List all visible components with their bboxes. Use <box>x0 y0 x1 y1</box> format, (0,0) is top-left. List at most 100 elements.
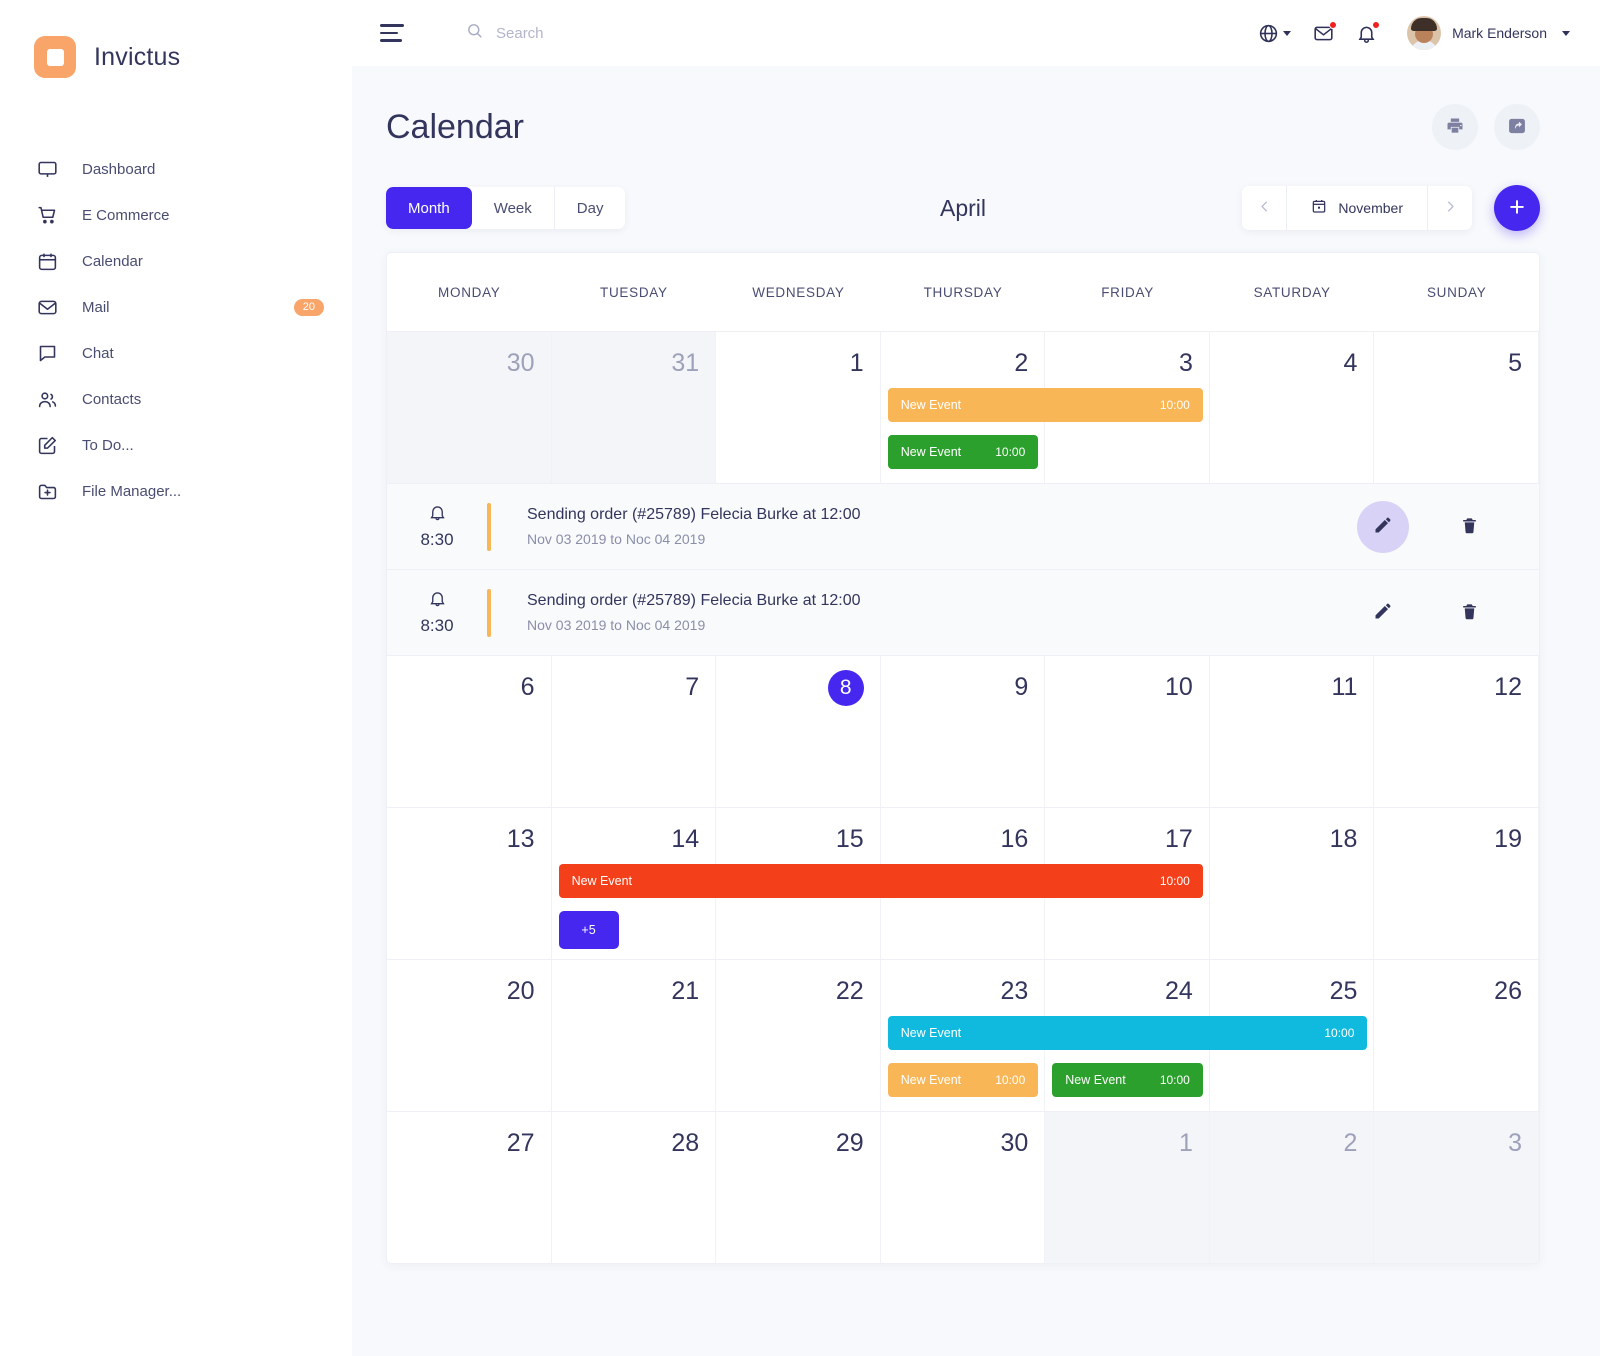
bell-icon[interactable] <box>1356 20 1381 44</box>
search-box[interactable] <box>466 22 756 44</box>
add-event-button[interactable]: + <box>1494 185 1540 231</box>
calendar-day-cell[interactable]: 1 <box>716 332 881 483</box>
calendar-week-row: 27 28 29 30 1 2 3 <box>387 1111 1539 1263</box>
sidebar-item-contacts[interactable]: Contacts <box>0 376 352 422</box>
cart-icon <box>34 202 60 228</box>
next-month-button[interactable] <box>1428 186 1472 230</box>
reminder-delete-button[interactable] <box>1443 501 1495 553</box>
reminder-title: Sending order (#25789) Felecia Burke at … <box>527 592 861 609</box>
calendar-day-number: 16 <box>1000 825 1029 853</box>
calendar-day-cell[interactable]: 9 <box>881 656 1046 807</box>
sidebar-item-file-manager[interactable]: File Manager... <box>0 468 352 514</box>
reminder-row[interactable]: 8:30 Sending order (#25789) Felecia Burke… <box>387 569 1539 655</box>
calendar-event-title: New Event <box>900 398 962 412</box>
hamburger-icon[interactable] <box>380 24 406 42</box>
calendar-day-number: 14 <box>671 825 700 853</box>
calendar-event-time: 10:00 <box>995 445 1026 459</box>
calendar-event[interactable]: New Event 10:00 <box>887 435 1039 469</box>
calendar-event[interactable]: New Event 10:00 <box>887 388 1203 422</box>
calendar-day-number: 23 <box>1000 977 1029 1005</box>
calendar-day-number: 9 <box>1014 673 1029 701</box>
sidebar-item-dashboard[interactable]: Dashboard <box>0 146 352 192</box>
share-button[interactable] <box>1494 104 1540 150</box>
view-btn-day[interactable]: Day <box>555 187 626 229</box>
print-button[interactable] <box>1432 104 1478 150</box>
sidebar-item-calendar[interactable]: Calendar <box>0 238 352 284</box>
envelope-icon[interactable] <box>1313 20 1338 44</box>
calendar-day-cell[interactable]: 26 <box>1374 960 1539 1111</box>
reminder-actions <box>1357 587 1495 639</box>
calendar-week-row: 30 31 1 2 3 4 5 New Event 10:00 New Event 10:00 <box>387 331 1539 483</box>
calendar-more-events-pill[interactable]: +5 <box>558 911 619 949</box>
calendar-day-number: 3 <box>1508 1129 1522 1157</box>
calendar-day-cell[interactable]: 30 <box>387 332 552 483</box>
calendar-day-cell[interactable]: 7 <box>552 656 717 807</box>
sidebar-item-chat[interactable]: Chat <box>0 330 352 376</box>
calendar-day-cell[interactable]: 30 <box>881 1112 1046 1263</box>
reminder-time-block: 8:30 <box>387 589 487 636</box>
calendar-event[interactable]: New Event 10:00 <box>1052 1063 1203 1097</box>
calendar-day-number: 18 <box>1329 825 1358 853</box>
calendar-event[interactable]: New Event 10:00 <box>887 1063 1039 1097</box>
view-btn-month[interactable]: Month <box>386 187 472 229</box>
sidebar-item-mail[interactable]: Mail 20 <box>0 284 352 330</box>
reminder-time: 8:30 <box>420 616 454 635</box>
calendar-day-cell[interactable]: 19 <box>1374 808 1539 959</box>
bell-icon <box>428 589 447 613</box>
reminder-delete-button[interactable] <box>1443 587 1495 639</box>
calendar-day-cell[interactable]: 5 <box>1374 332 1539 483</box>
calendar-day-cell[interactable]: 2 <box>1209 1112 1375 1263</box>
sidebar-item-to-do[interactable]: To Do... <box>0 422 352 468</box>
calendar-day-cell[interactable]: 31 <box>551 332 717 483</box>
calendar-day-number: 5 <box>1508 349 1522 377</box>
calendar-day-cell[interactable]: 13 <box>387 808 552 959</box>
calendar-day-cell[interactable]: 11 <box>1210 656 1375 807</box>
page-title: Calendar <box>386 107 524 146</box>
calendar-day-cell[interactable]: 1 <box>1045 1112 1210 1263</box>
globe-icon[interactable] <box>1258 23 1292 44</box>
calendar-event-time: 10:00 <box>1159 398 1190 412</box>
calendar-day-number: 1 <box>1178 1129 1193 1157</box>
calendar-day-cell[interactable]: 28 <box>552 1112 717 1263</box>
reminder-row[interactable]: 8:30 Sending order (#25789) Felecia Burke… <box>387 483 1539 569</box>
calendar-day-cell[interactable]: 27 <box>387 1112 552 1263</box>
calendar-day-number: 30 <box>506 349 535 377</box>
share-icon <box>1507 116 1527 139</box>
brand[interactable]: Invictus <box>0 26 352 88</box>
reminder-time-block: 8:30 <box>387 503 487 550</box>
calendar-day-cell[interactable]: 8 <box>716 656 881 807</box>
calendar-day-cell[interactable]: 29 <box>716 1112 881 1263</box>
reminder-body: Sending order (#25789) Felecia Burke at … <box>527 592 861 633</box>
search-icon <box>466 22 483 44</box>
calendar-day-number: 11 <box>1331 673 1358 701</box>
calendar-day-cell[interactable]: 20 <box>387 960 552 1111</box>
reminder-edit-button[interactable] <box>1357 500 1409 553</box>
calendar-day-cell[interactable]: 18 <box>1210 808 1375 959</box>
view-btn-week[interactable]: Week <box>472 187 555 229</box>
calendar-day-cell[interactable]: 22 <box>716 960 881 1111</box>
calendar-day-number: 6 <box>520 673 535 701</box>
chevron-left-icon <box>1257 199 1272 217</box>
reminder-daterange: Nov 03 2019 to Noc 04 2019 <box>527 531 706 547</box>
calendar-day-cell[interactable]: 10 <box>1045 656 1210 807</box>
calendar-day-cell[interactable]: 12 <box>1374 656 1539 807</box>
user-menu[interactable]: Mark Enderson <box>1407 16 1570 50</box>
sidebar-item-e-commerce[interactable]: E Commerce <box>0 192 352 238</box>
month-picker[interactable]: November <box>1286 186 1428 230</box>
reminder-time: 8:30 <box>420 530 454 549</box>
search-input[interactable] <box>496 24 756 42</box>
calendar-event-time: 10:00 <box>995 1073 1026 1087</box>
calendar-event[interactable]: New Event 10:00 <box>558 864 1203 898</box>
reminder-accent-bar <box>487 502 491 551</box>
prev-month-button[interactable] <box>1242 186 1286 230</box>
calendar-day-number: 2 <box>1014 349 1029 377</box>
calendar-day-cell[interactable]: 4 <box>1210 332 1375 483</box>
calendar-body: 30 31 1 2 3 4 5 New Event 10:00 New Event 10:00 8:3… <box>387 331 1539 1263</box>
reminder-edit-button[interactable] <box>1357 587 1409 639</box>
notification-badge-dot <box>1372 20 1381 29</box>
pencil-icon <box>1373 601 1393 624</box>
calendar-day-cell[interactable]: 3 <box>1374 1112 1539 1263</box>
calendar-event[interactable]: New Event 10:00 <box>887 1016 1368 1050</box>
calendar-day-cell[interactable]: 6 <box>387 656 552 807</box>
calendar-day-cell[interactable]: 21 <box>552 960 717 1111</box>
